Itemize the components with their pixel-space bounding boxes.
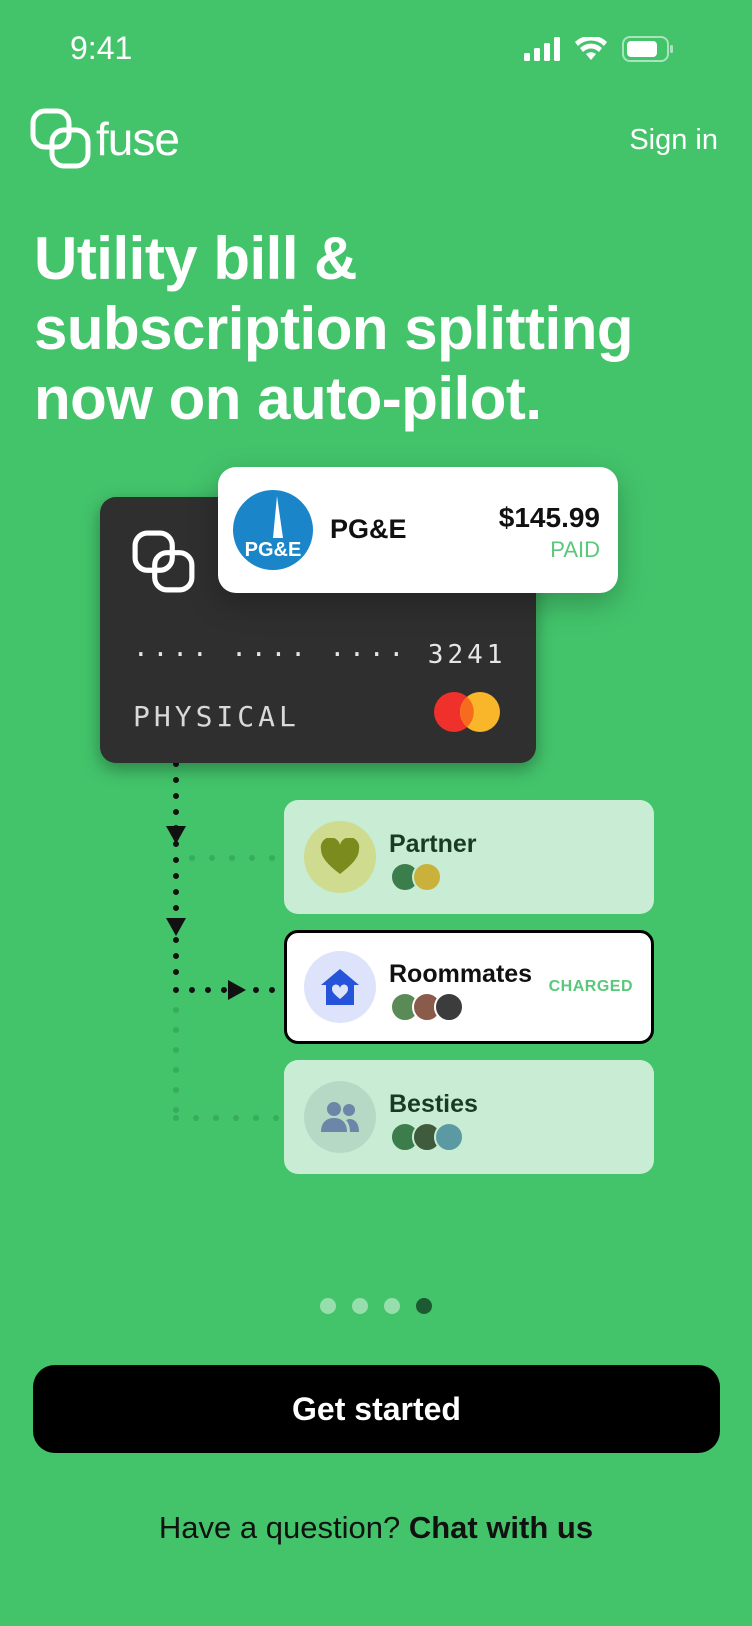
group-name: Partner xyxy=(389,830,477,858)
page-dot-active[interactable] xyxy=(416,1298,432,1314)
group-besties[interactable]: Besties xyxy=(284,1060,654,1174)
group-name: Besties xyxy=(389,1090,478,1118)
heart-icon xyxy=(304,821,376,893)
chat-with-us-link[interactable]: Chat with us xyxy=(409,1510,593,1545)
avatar xyxy=(434,1122,464,1152)
get-started-button[interactable]: Get started xyxy=(33,1365,720,1453)
page-dot[interactable] xyxy=(384,1298,400,1314)
house-icon xyxy=(304,951,376,1023)
member-avatars xyxy=(390,1122,464,1152)
group-name: Roommates xyxy=(389,960,533,988)
group-partner[interactable]: Partner xyxy=(284,800,654,914)
group-roommates[interactable]: Roommates CHARGED xyxy=(284,930,654,1044)
help-question: Have a question? xyxy=(158,1510,409,1545)
pge-logo: PG&E xyxy=(233,490,313,570)
page-dot[interactable] xyxy=(320,1298,336,1314)
bill-amount: $145.99 xyxy=(498,502,600,533)
card-type-label: PHYSICAL xyxy=(133,700,300,733)
pge-logo-text: PG&E xyxy=(245,539,302,561)
page-indicator xyxy=(320,1298,432,1314)
bill-name: PG&E xyxy=(330,514,407,544)
mastercard-icon xyxy=(434,692,500,732)
avatar xyxy=(434,992,464,1022)
help-line: Have a question? Chat with us xyxy=(0,1510,752,1546)
avatar xyxy=(412,862,442,892)
member-avatars xyxy=(390,992,464,1022)
card-number: ···· ···· ···· 3241 xyxy=(133,640,507,670)
card-fuse-logo-icon xyxy=(132,530,195,593)
people-icon xyxy=(304,1081,376,1153)
group-status-badge: CHARGED xyxy=(548,978,633,995)
page-dot[interactable] xyxy=(352,1298,368,1314)
member-avatars xyxy=(390,862,442,892)
pge-logo-icon: PG&E xyxy=(245,496,302,561)
bill-status: PAID xyxy=(550,537,600,562)
